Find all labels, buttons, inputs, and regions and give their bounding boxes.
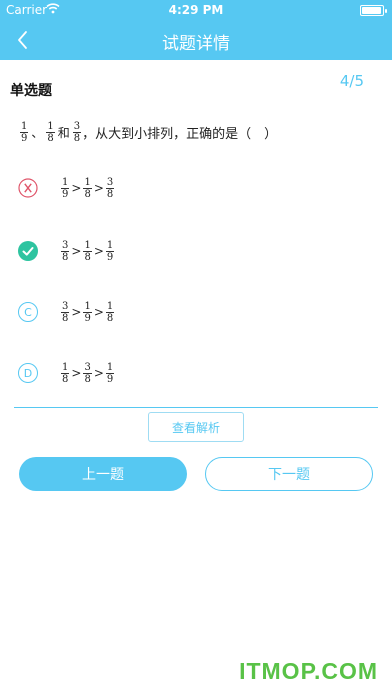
- status-bar: Carrier 4:29 PM: [0, 0, 392, 20]
- option-expression: 38 > 18 > 19: [61, 239, 115, 263]
- correct-check-icon: [18, 241, 38, 261]
- page-title: 试题详情: [162, 34, 230, 54]
- status-time: 4:29 PM: [168, 3, 224, 17]
- stem-fraction: 38: [72, 120, 82, 144]
- stem-fraction: 18: [46, 120, 55, 144]
- option-expression: 38 > 19 > 18: [61, 300, 115, 324]
- option-expression: 18 > 38 > 19: [61, 361, 115, 385]
- option-letter-d: D: [18, 363, 38, 383]
- previous-question-button[interactable]: 上一题: [19, 457, 187, 491]
- option-b[interactable]: 38 > 18 > 19: [18, 233, 358, 269]
- stem-conjunction: 和: [57, 125, 70, 140]
- wrong-mark-icon: [18, 178, 38, 198]
- option-d[interactable]: D 18 > 38 > 19: [18, 355, 358, 391]
- view-analysis-button[interactable]: 查看解析: [148, 412, 244, 442]
- stem-fraction: 19: [20, 120, 29, 144]
- option-letter-c: C: [18, 302, 38, 322]
- option-a[interactable]: 19 > 18 > 38: [18, 170, 358, 206]
- battery-icon: [360, 5, 387, 16]
- nav-bar: 试题详情: [0, 20, 392, 60]
- question-type-label: 单选题: [10, 83, 52, 99]
- stem-separator: 、: [31, 125, 44, 140]
- question-progress: 4/5: [339, 72, 364, 90]
- watermark-logo: ITMOP.COM: [239, 658, 378, 684]
- divider: [14, 407, 378, 408]
- next-question-button[interactable]: 下一题: [205, 457, 373, 491]
- option-c[interactable]: C 38 > 19 > 18: [18, 294, 358, 330]
- option-expression: 19 > 18 > 38: [61, 176, 115, 200]
- question-stem: 19 、 18 和 38 ，从大到小排列，正确的是（ ）: [19, 116, 277, 148]
- stem-text: ，从大到小排列，正确的是（ ）: [82, 126, 278, 142]
